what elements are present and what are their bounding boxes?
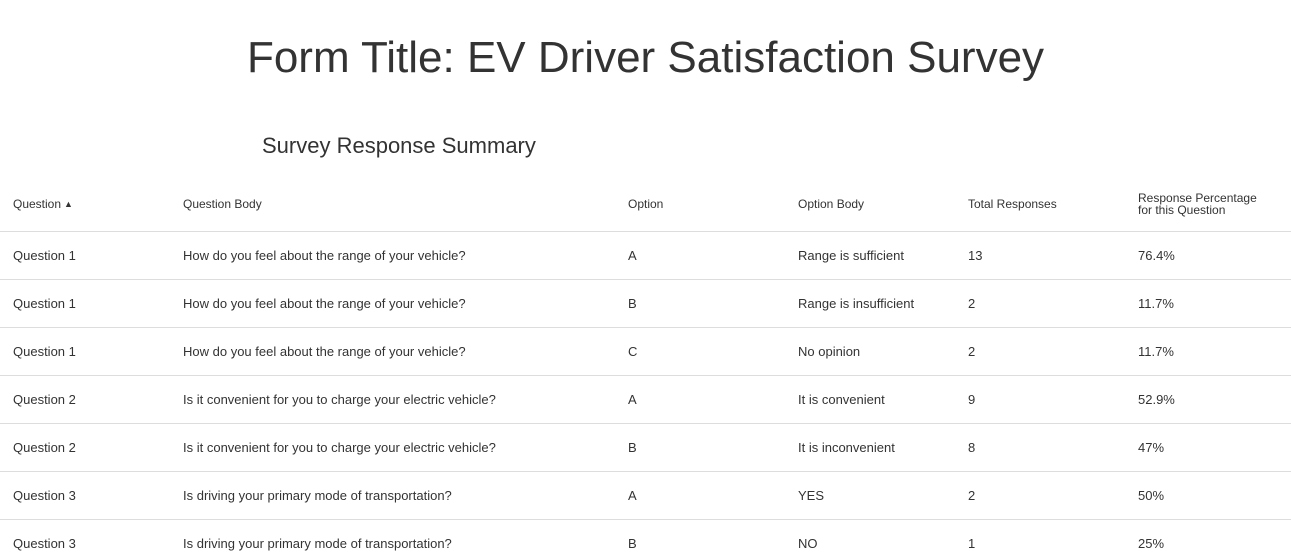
column-header-option[interactable]: Option: [615, 176, 785, 232]
cell-option-body: It is inconvenient: [785, 423, 955, 472]
cell-response-percentage: 50%: [1125, 471, 1291, 520]
cell-option: B: [615, 279, 785, 328]
cell-question: Question 2: [0, 423, 170, 472]
cell-total-responses: 1: [955, 519, 1125, 560]
cell-total-responses: 13: [955, 231, 1125, 280]
cell-question-body: Is it convenient for you to charge your …: [170, 375, 615, 424]
column-header-question[interactable]: Question ▲: [0, 176, 170, 232]
cell-total-responses: 2: [955, 327, 1125, 376]
table-row: Question 1 How do you feel about the ran…: [0, 279, 1291, 328]
table-row: Question 2 Is it convenient for you to c…: [0, 375, 1291, 424]
table-row: Question 1 How do you feel about the ran…: [0, 231, 1291, 280]
cell-question-body: How do you feel about the range of your …: [170, 327, 615, 376]
table-row: Question 1 How do you feel about the ran…: [0, 327, 1291, 376]
table-row: Question 3 Is driving your primary mode …: [0, 519, 1291, 560]
column-header-response-percentage[interactable]: Response Percentage for this Question: [1125, 176, 1291, 232]
cell-option-body: Range is insufficient: [785, 279, 955, 328]
cell-question-body: Is driving your primary mode of transpor…: [170, 519, 615, 560]
cell-option: B: [615, 519, 785, 560]
cell-response-percentage: 47%: [1125, 423, 1291, 472]
table-header: Question ▲ Question Body Option Option Bo…: [0, 176, 1291, 232]
cell-question-body: Is it convenient for you to charge your …: [170, 423, 615, 472]
cell-question-body: Is driving your primary mode of transpor…: [170, 471, 615, 520]
cell-total-responses: 2: [955, 279, 1125, 328]
cell-response-percentage: 76.4%: [1125, 231, 1291, 280]
cell-question-body: How do you feel about the range of your …: [170, 279, 615, 328]
cell-question-body: How do you feel about the range of your …: [170, 231, 615, 280]
cell-response-percentage: 11.7%: [1125, 279, 1291, 328]
cell-option: A: [615, 231, 785, 280]
survey-summary-page: Form Title: EV Driver Satisfaction Surve…: [0, 0, 1291, 560]
table-row: Question 2 Is it convenient for you to c…: [0, 423, 1291, 472]
column-header-option-body[interactable]: Option Body: [785, 176, 955, 232]
cell-question: Question 2: [0, 375, 170, 424]
cell-response-percentage: 11.7%: [1125, 327, 1291, 376]
column-header-question-label: Question: [13, 196, 62, 211]
sort-ascending-icon[interactable]: ▲: [64, 199, 73, 209]
cell-question: Question 3: [0, 471, 170, 520]
cell-option: C: [615, 327, 785, 376]
cell-question: Question 1: [0, 231, 170, 280]
cell-total-responses: 9: [955, 375, 1125, 424]
column-header-total-responses[interactable]: Total Responses: [955, 176, 1125, 232]
form-title: Form Title: EV Driver Satisfaction Surve…: [246, 33, 1045, 82]
column-header-response-percentage-label: Response Percentage for this Question: [1138, 190, 1257, 217]
cell-total-responses: 2: [955, 471, 1125, 520]
cell-option-body: NO: [785, 519, 955, 560]
cell-question: Question 3: [0, 519, 170, 560]
table-body: Question 1 How do you feel about the ran…: [0, 231, 1291, 560]
cell-response-percentage: 52.9%: [1125, 375, 1291, 424]
survey-response-table: Question ▲ Question Body Option Option Bo…: [0, 176, 1291, 560]
cell-option-body: Range is sufficient: [785, 231, 955, 280]
column-header-question-body[interactable]: Question Body: [170, 176, 615, 232]
table-row: Question 3 Is driving your primary mode …: [0, 471, 1291, 520]
cell-question: Question 1: [0, 327, 170, 376]
cell-option-body: It is convenient: [785, 375, 955, 424]
cell-option-body: No opinion: [785, 327, 955, 376]
cell-question: Question 1: [0, 279, 170, 328]
cell-option: A: [615, 471, 785, 520]
header-row: Question ▲ Question Body Option Option Bo…: [0, 176, 1291, 232]
cell-response-percentage: 25%: [1125, 519, 1291, 560]
cell-option-body: YES: [785, 471, 955, 520]
cell-option: B: [615, 423, 785, 472]
cell-option: A: [615, 375, 785, 424]
cell-total-responses: 8: [955, 423, 1125, 472]
summary-title: Survey Response Summary: [262, 133, 536, 158]
